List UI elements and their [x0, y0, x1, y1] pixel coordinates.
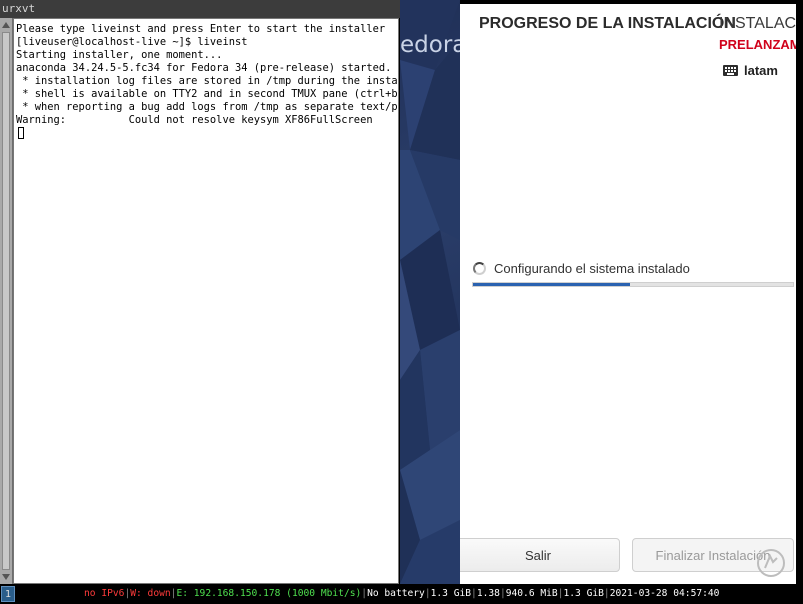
system-status-bar: 1 no IPv6|W: down|E: 192.168.150.178 (10…	[0, 584, 803, 604]
install-progress-bar	[472, 282, 794, 287]
terminal-output[interactable]: Please type liveinst and press Enter to …	[13, 18, 399, 584]
load-status: 1.38	[476, 588, 500, 599]
scroll-up-arrow-icon[interactable]	[2, 22, 10, 28]
product-title: INSTALACIÓ	[719, 15, 803, 32]
keyboard-layout-indicator[interactable]: latam	[723, 62, 778, 78]
workspace-indicator[interactable]: 1	[1, 586, 15, 602]
install-progress-fill	[473, 283, 630, 286]
battery-status: No battery	[367, 588, 425, 599]
terminal-line: Please type liveinst and press Enter to …	[16, 23, 386, 35]
terminal-title: urxvt	[2, 2, 36, 15]
terminal-scrollbar[interactable]	[0, 18, 13, 584]
wireless-status: W: down	[130, 588, 171, 599]
keyboard-layout-label: latam	[744, 62, 778, 78]
memory-status: 940.6 MiB	[505, 588, 558, 599]
scrollbar-thumb[interactable]	[2, 32, 10, 570]
terminal-line: [liveuser@localhost-live ~]$ liveinst	[16, 36, 248, 48]
terminal-cursor	[18, 127, 24, 139]
terminal-line: Starting installer, one moment...	[16, 49, 223, 61]
install-status-text: Configurando el sistema instalado	[494, 261, 690, 276]
datetime-status: 2021-03-28 04:57:40	[609, 588, 720, 599]
fedora-brand-text: edora	[400, 32, 460, 58]
scroll-down-arrow-icon[interactable]	[2, 574, 10, 580]
disk-status: 1.3 GiB	[430, 588, 472, 599]
page-title: PROGRESO DE LA INSTALACIÓN	[479, 15, 736, 32]
keyboard-icon	[723, 64, 738, 76]
installer-sidebar-background: edora	[400, 0, 460, 584]
watermark-logo-icon	[757, 549, 785, 577]
panel-top-border	[460, 0, 803, 4]
panel-right-edge	[796, 0, 803, 584]
swap-status: 1.3 GiB	[563, 588, 604, 599]
installer-progress-panel: PROGRESO DE LA INSTALACIÓN INSTALACIÓ PR…	[460, 0, 803, 584]
terminal-titlebar[interactable]: urxvt	[0, 0, 400, 18]
terminal-line: * shell is available on TTY2 and in seco…	[16, 88, 399, 100]
terminal-line: * when reporting a bug add logs from /tm…	[16, 101, 399, 113]
terminal-prompt-line	[14, 127, 398, 140]
terminal-line: * installation log files are stored in /…	[16, 75, 399, 87]
terminal-window[interactable]: urxvt Please type liveinst and press Ent…	[0, 0, 400, 584]
spinner-icon	[473, 262, 486, 275]
terminal-line: anaconda 34.24.5-5.fc34 for Fedora 34 (p…	[16, 62, 392, 74]
ipv6-status: no IPv6	[84, 588, 125, 599]
ethernet-status: E: 192.168.150.178 (1000 Mbit/s)	[176, 588, 362, 599]
install-status: Configurando el sistema instalado	[473, 261, 690, 276]
prerelease-warning: PRELANZAM	[719, 37, 801, 52]
terminal-line: Warning: Could not resolve keysym XF86Fu…	[16, 114, 373, 126]
quit-button[interactable]: Salir	[460, 538, 620, 572]
polygon-pattern	[400, 0, 460, 584]
